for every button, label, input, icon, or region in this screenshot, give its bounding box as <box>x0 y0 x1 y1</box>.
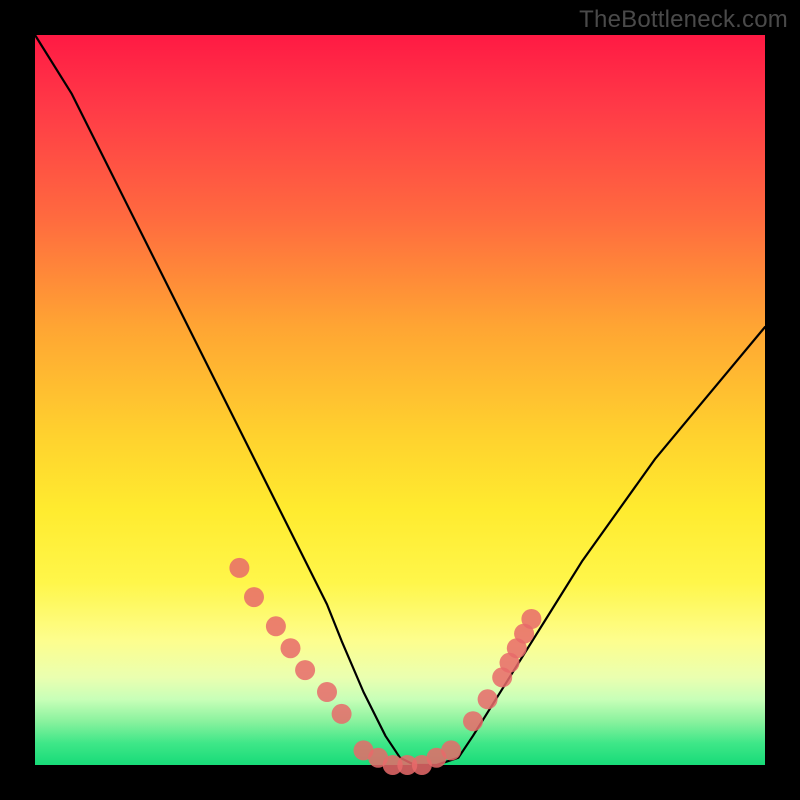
curve-svg <box>35 35 765 765</box>
markers-left <box>229 558 351 724</box>
markers-right <box>463 609 541 731</box>
curve-line <box>35 35 765 765</box>
plot-area <box>35 35 765 765</box>
watermark-text: TheBottleneck.com <box>579 6 788 34</box>
markers-bottom <box>354 740 462 775</box>
chart-frame: TheBottleneck.com <box>0 0 800 800</box>
